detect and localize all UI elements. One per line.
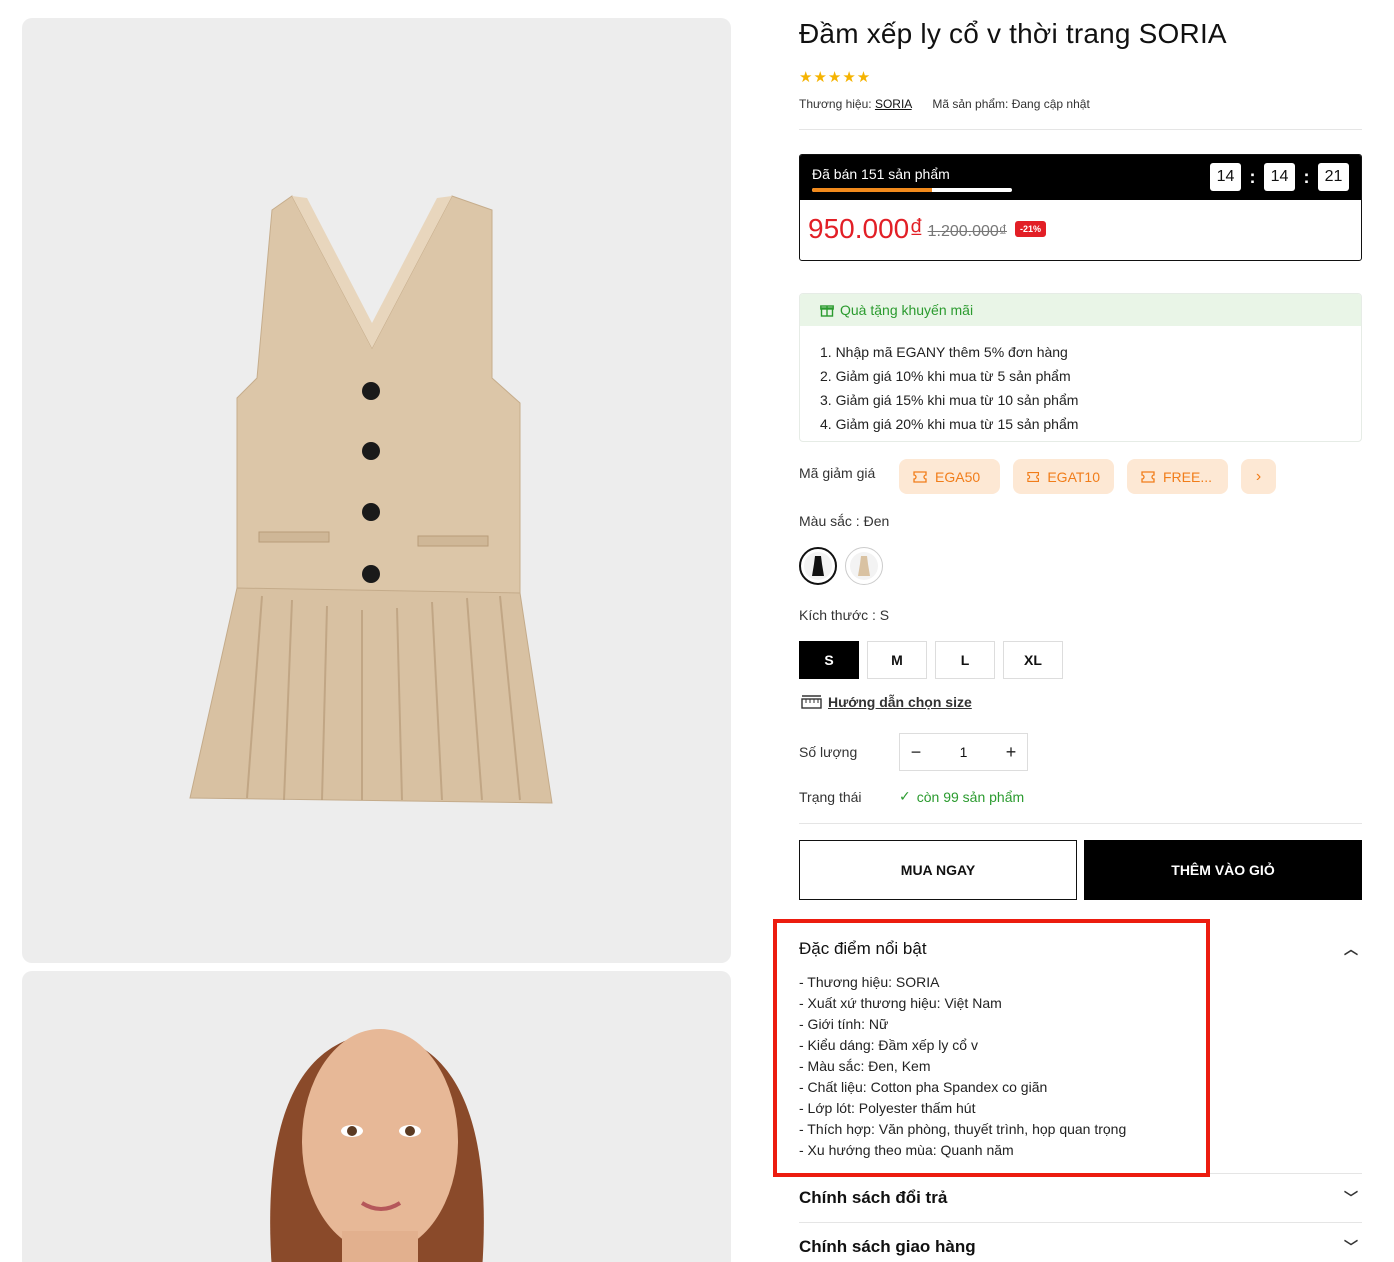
dress-black-thumb [812,556,824,576]
feature-item: - Lớp lót: Polyester thấm hút [799,1100,976,1116]
features-list: - Thương hiệu: SORIA - Xuất xứ thương hi… [799,972,1362,1161]
swatch-cream[interactable] [845,547,883,585]
add-to-cart-button[interactable]: THÊM VÀO GIỎ [1084,840,1362,900]
swatch-black[interactable] [799,547,837,585]
chevron-up-icon: ︿ [1344,941,1358,957]
product-meta: Thương hiệu: SORIA Mã sản phẩm: Đang cập… [799,97,1090,111]
ticket-icon [913,470,927,483]
buy-now-button[interactable]: MUA NGAY [799,840,1077,900]
coupon-next-button[interactable]: › [1241,459,1276,494]
promo-item: 2. Giảm giá 10% khi mua từ 5 sản phẩm [820,368,1071,384]
coupon-code: EGA50 [935,468,981,485]
old-price: 1.200.000₫ [927,223,1007,240]
accordion-title: Chính sách đổi trả [799,1188,948,1207]
size-option-xl[interactable]: XL [1003,641,1063,679]
quantity-input[interactable]: 1 [932,744,995,760]
timer-minutes: 14 [1264,163,1295,191]
size-guide-link[interactable]: Hướng dẫn chọn size [801,694,972,710]
promo-item: 3. Giảm giá 15% khi mua từ 10 sản phẩm [820,392,1079,408]
feature-item: - Chất liệu: Cotton pha Spandex co giãn [799,1079,1048,1095]
accordion-title: Đặc điểm nổi bật [799,939,927,958]
coupon-code: EGAT10 [1047,468,1100,485]
chevron-down-icon: ﹀ [1344,1190,1358,1206]
quantity-label: Số lượng [799,744,858,760]
color-label: Màu sắc : Đen [799,513,890,529]
status-label: Trạng thái [799,789,862,805]
sku-value: Đang cập nhật [1011,97,1090,111]
timer-seconds: 21 [1318,163,1349,191]
ticket-icon [1141,470,1155,483]
minus-icon: − [910,741,922,762]
ticket-icon [1027,471,1040,482]
promo-item: 1. Nhập mã EGANY thêm 5% đơn hàng [820,344,1068,360]
coupon-code: FREE... [1163,468,1213,485]
accordion-shipping: Chính sách giao hàng ﹀ [799,1235,1362,1259]
gift-icon [820,305,834,317]
stock-status: ✓ còn 99 sản phẩm [899,788,1024,805]
size-label: Kích thước : S [799,607,890,623]
stock-value: còn 99 sản phẩm [916,788,1025,805]
feature-item: - Xuất xứ thương hiệu: Việt Nam [799,995,1002,1011]
size-guide-label: Hướng dẫn chọn size [828,694,972,710]
dress-illustration [189,195,553,804]
accordion-return: Chính sách đổi trả ﹀ [799,1186,1362,1210]
accordion-shipping-header[interactable]: Chính sách giao hàng ﹀ [799,1235,1362,1259]
divider [799,1173,1362,1174]
sold-count: Đã bán 151 sản phẩm [812,166,950,182]
coupon-label: Mã giảm giá [799,465,876,481]
dress-cream-thumb [858,556,870,576]
product-main-image[interactable] [22,18,731,963]
countdown-timer: 14 : 14 : 21 [1210,163,1349,191]
feature-item: - Thương hiệu: SORIA [799,974,940,990]
chevron-right-icon: › [1255,467,1262,485]
current-price: 950.000₫ [808,213,924,244]
feature-item: - Xu hướng theo mùa: Quanh năm [799,1142,1014,1158]
coupon-ega50[interactable]: EGA50 [899,459,1000,494]
promo-box: Quà tặng khuyến mãi 1. Nhập mã EGANY thê… [799,293,1362,442]
divider [799,129,1362,130]
size-option-m[interactable]: M [867,641,927,679]
product-model-image[interactable] [22,971,731,1262]
accordion-features-header[interactable]: Đặc điểm nổi bật ︿ [799,937,1362,961]
color-swatches [799,547,883,585]
divider [799,1222,1362,1223]
coupon-free[interactable]: FREE... [1127,459,1228,494]
discount-badge: -21% [1014,221,1046,237]
brand-label: Thương hiệu: [799,97,872,111]
promo-item: 4. Giảm giá 20% khi mua từ 15 sản phẩm [820,416,1079,432]
size-options: S M L XL [799,641,1063,679]
product-title: Đầm xếp ly cổ v thời trang SORIA [799,18,1227,49]
quantity-stepper: − 1 + [899,733,1028,771]
accordion-features: Đặc điểm nổi bật ︿ - Thương hiệu: SORIA … [799,937,1362,1161]
model-illustration [270,1029,484,1262]
chevron-down-icon: ﹀ [1344,1239,1358,1255]
decrease-button[interactable]: − [900,734,932,770]
brand-link[interactable]: SORIA [875,97,912,111]
size-option-s[interactable]: S [799,641,859,679]
sold-progress-bar [812,188,1012,192]
flash-sale-box: Đã bán 151 sản phẩm 14 : 14 : 21 950.000… [799,154,1362,261]
feature-item: - Kiểu dáng: Đầm xếp ly cổ v [799,1037,978,1053]
sku-label: Mã sản phẩm: [932,97,1009,111]
divider [799,823,1362,824]
promo-title: Quà tặng khuyến mãi [840,302,974,318]
coupon-list: EGA50 EGAT10 FREE... › [899,459,1276,494]
increase-button[interactable]: + [995,734,1027,770]
sold-progress-fill [812,188,932,192]
size-option-l[interactable]: L [935,641,995,679]
plus-icon: + [1005,741,1017,762]
promo-list: 1. Nhập mã EGANY thêm 5% đơn hàng 2. Giả… [800,326,1361,436]
rating-stars[interactable]: ★★★★★ [799,68,871,86]
feature-item: - Giới tính: Nữ [799,1016,889,1032]
accordion-title: Chính sách giao hàng [799,1237,976,1256]
check-icon: ✓ [899,788,911,804]
feature-item: - Thích hợp: Văn phòng, thuyết trình, họ… [799,1121,1127,1137]
ruler-icon [801,695,822,709]
timer-hours: 14 [1210,163,1241,191]
feature-item: - Màu sắc: Đen, Kem [799,1058,931,1074]
accordion-return-header[interactable]: Chính sách đổi trả ﹀ [799,1186,1362,1210]
coupon-egat10[interactable]: EGAT10 [1013,459,1114,494]
